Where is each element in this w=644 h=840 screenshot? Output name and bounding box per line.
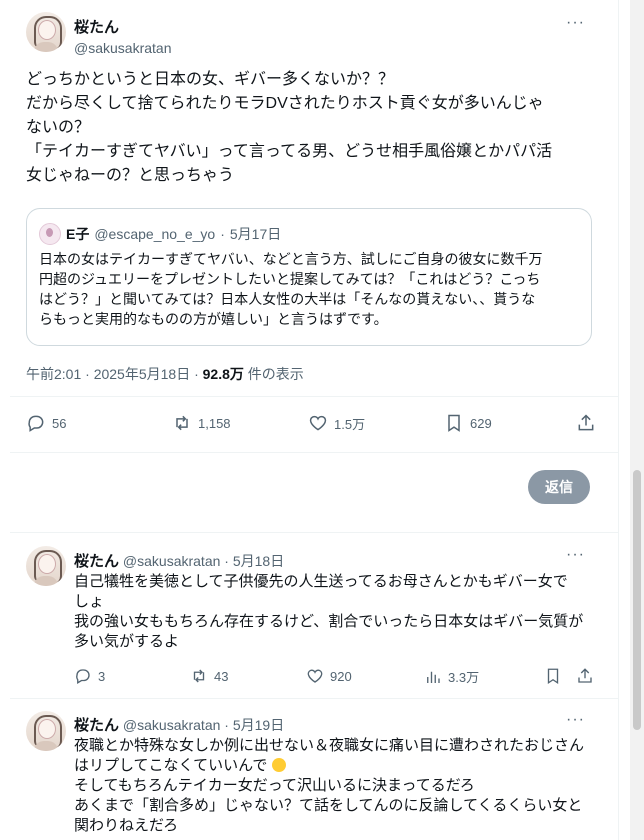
reply-text: 自己犠牲を美徳として子供優先の人生送ってるお母さんとかもギバー女で しょ 我の強… <box>74 572 594 652</box>
view-count: 3.3万 <box>448 670 480 685</box>
tweet-line: どっちかというと日本の女、ギバー多くないか？？ <box>26 71 395 88</box>
reply-line: 関わりねえだろ <box>74 817 179 834</box>
reply-header: 桜たん @sakusakratan · 5月18日 <box>74 550 284 571</box>
separator-dot: · <box>220 226 225 242</box>
tweet-line: 女じゃねーの？と思っちゃう <box>26 167 235 184</box>
reply-action[interactable]: 56 <box>26 413 66 433</box>
like-count: 1.5万 <box>334 416 366 432</box>
share-action[interactable] <box>576 667 594 685</box>
retweet-icon <box>193 669 205 683</box>
tweet-text: どっちかというと日本の女、ギバー多くないか？？ だから尽くして捨てられたりモラD… <box>26 68 598 188</box>
views-label: 件の表示 <box>243 366 304 382</box>
retweet-action[interactable]: 1,158 <box>172 413 231 433</box>
like-action[interactable]: 920 <box>306 667 352 685</box>
quote-line: 円超のジュエリーをプレゼントしたいと提案してみては？「これはどう？こっち <box>39 271 541 287</box>
reply-line: そしてもちろんテイカー女だって沢山いるに決まってるだろ <box>74 777 475 794</box>
handle[interactable]: @sakusakratan <box>74 40 171 56</box>
tweet-line: だから尽くして捨てられたりモラDVされたりホスト貢ぐ女が多いんじゃ <box>26 95 544 112</box>
more-options-icon[interactable]: ··· <box>566 14 585 32</box>
timestamp[interactable]: 午前2:01 · 2025年5月18日 · <box>26 366 203 382</box>
quote-line: らもっと実用的なものの方が嬉しい」と言うはずです。 <box>39 311 388 327</box>
reply-line: はリプしてこなくていいんで <box>74 757 268 774</box>
reply-line: あくまで「割合多め」じゃない？て話をしてんのに反論してくるくらい女と <box>74 797 583 814</box>
bookmark-action[interactable]: 629 <box>444 413 492 433</box>
timeline-column: 桜たん @sakusakratan ··· どっちかというと日本の女、ギバー多く… <box>10 0 619 840</box>
more-options-icon[interactable]: ··· <box>566 711 585 729</box>
display-name[interactable]: 桜たん <box>74 553 119 570</box>
heart-icon <box>309 415 327 431</box>
views-action[interactable]: 3.3万 <box>424 667 479 686</box>
bookmark-action[interactable] <box>544 667 562 685</box>
bookmark-icon <box>448 414 460 432</box>
scrollbar-thumb[interactable] <box>633 470 641 730</box>
quote-header: E子 @escape_no_e_yo · 5月17日 <box>39 223 281 245</box>
tweet-line: 「テイカーすぎてヤバい」って言ってる男、どうせ相手風俗嬢とかパパ活 <box>26 143 553 160</box>
display-name[interactable]: 桜たん <box>74 717 119 734</box>
reply-count: 56 <box>52 415 67 431</box>
heart-icon <box>307 669 323 683</box>
display-name[interactable]: 桜たん <box>74 16 171 37</box>
reply-button[interactable]: 返信 <box>528 470 590 504</box>
reply-header: 桜たん @sakusakratan · 5月19日 <box>74 714 284 735</box>
quote-tweet[interactable]: E子 @escape_no_e_yo · 5月17日 日本の女はテイカーすぎてヤ… <box>26 208 592 346</box>
share-icon <box>578 668 592 683</box>
like-action[interactable]: 1.5万 <box>308 413 365 433</box>
quote-date: 5月17日 <box>229 226 282 242</box>
like-count: 920 <box>330 668 352 684</box>
handle[interactable]: @sakusakratan <box>123 553 220 569</box>
quote-avatar <box>39 223 61 245</box>
quote-text: 日本の女はテイカーすぎてヤバい、などと言う方、試しにご自身の彼女に数千万 円超の… <box>39 249 581 329</box>
more-options-icon[interactable]: ··· <box>566 546 585 564</box>
reply-line: しょ <box>74 593 105 610</box>
retweet-action[interactable]: 43 <box>190 667 228 685</box>
separator-dot: · <box>220 553 233 569</box>
bookmark-count: 629 <box>470 415 492 431</box>
reply-icon <box>28 415 44 432</box>
reply-count: 3 <box>98 668 106 684</box>
share-action[interactable] <box>576 413 596 433</box>
quote-line: はどう？」と聞いてみては？日本人女性の大半は「そんなの貰えない、、貰うな <box>39 291 536 307</box>
reply-text: 夜職とか特殊な女しか例に出せない＆夜職女に痛い目に遭わされたおじさん はリプして… <box>74 736 594 836</box>
avatar[interactable] <box>26 711 66 751</box>
handle[interactable]: @sakusakratan <box>123 717 220 733</box>
reply-line: 自己犠牲を美徳として子供優先の人生送ってるお母さんとかもギバー女で <box>74 573 568 590</box>
reply-line: 多い気がするよ <box>74 633 180 650</box>
bookmark-icon <box>547 668 559 685</box>
quote-line: 日本の女はテイカーすぎてヤバい、などと言う方、試しにご自身の彼女に数千万 <box>39 251 543 267</box>
separator-dot: · <box>220 717 233 733</box>
tweet-line: ないの？ <box>26 119 91 136</box>
reply-line: 夜職とか特殊な女しか例に出せない＆夜職女に痛い目に遭わされたおじさん <box>74 737 585 754</box>
laughing-emoji-icon <box>271 758 286 772</box>
reply-action[interactable]: 3 <box>74 667 105 685</box>
reply-date[interactable]: 5月19日 <box>233 717 284 733</box>
view-count: 92.8万 <box>202 366 244 382</box>
avatar[interactable] <box>26 546 66 586</box>
reply-line: 我の強い女ももちろん存在するけど、割合でいったら日本女はギバー気質が <box>74 613 584 630</box>
action-bar: 56 1,158 1.5万 629 <box>26 413 598 437</box>
author-info: 桜たん @sakusakratan <box>74 16 171 56</box>
retweet-icon <box>176 415 188 431</box>
retweet-count: 1,158 <box>198 415 231 431</box>
share-icon <box>578 414 594 431</box>
avatar[interactable] <box>26 12 66 52</box>
quote-display-name: E子 <box>66 226 90 242</box>
reply-icon <box>76 669 90 684</box>
analytics-icon <box>427 671 440 683</box>
reply-date[interactable]: 5月18日 <box>233 553 284 569</box>
quote-handle: @escape_no_e_yo <box>94 226 216 242</box>
tweet-meta: 午前2:01 · 2025年5月18日 · 92.8万 件の表示 <box>26 364 304 384</box>
retweet-count: 43 <box>214 668 229 684</box>
